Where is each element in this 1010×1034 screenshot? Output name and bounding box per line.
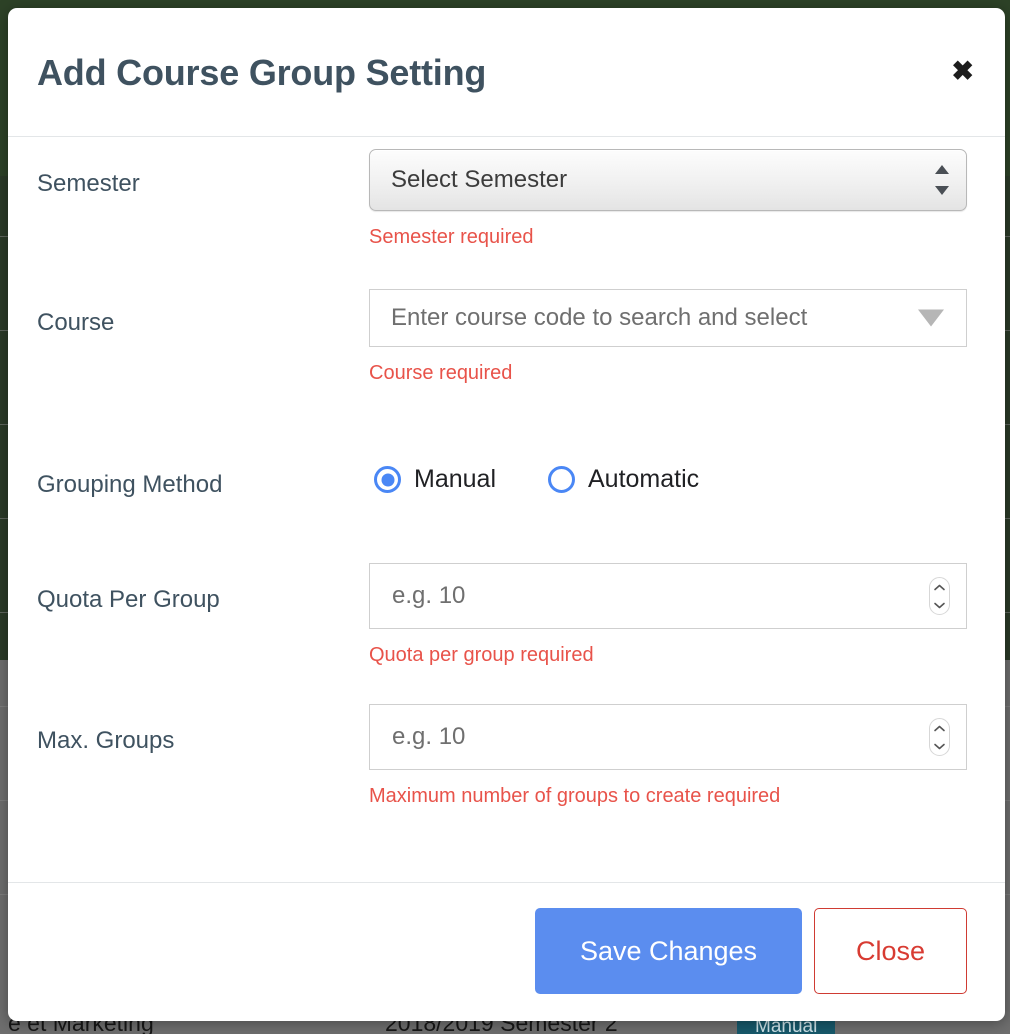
quota-input-placeholder: e.g. 10: [392, 582, 466, 609]
max-groups-control-wrap: e.g. 10: [369, 704, 967, 770]
radio-label-manual: Manual: [414, 465, 496, 493]
course-search-input[interactable]: Enter course code to search and select: [369, 289, 967, 347]
save-changes-button[interactable]: Save Changes: [535, 908, 802, 994]
semester-error: Semester required: [369, 226, 534, 248]
quota-stepper-icon[interactable]: [929, 577, 950, 615]
course-label: Course: [37, 309, 115, 336]
semester-label: Semester: [37, 170, 140, 197]
dialog-header: Add Course Group Setting ✖: [8, 8, 1005, 137]
max-groups-error: Maximum number of groups to create requi…: [369, 785, 781, 807]
close-button[interactable]: Close: [814, 908, 967, 994]
dialog-title: Add Course Group Setting: [37, 52, 487, 93]
quota-per-group-error: Quota per group required: [369, 644, 594, 666]
max-groups-label: Max. Groups: [37, 727, 175, 754]
dialog-footer: Save Changes Close: [8, 882, 1005, 1021]
close-x-icon[interactable]: ✖: [951, 58, 974, 85]
semester-select-value: Select Semester: [391, 166, 568, 193]
course-input-placeholder: Enter course code to search and select: [391, 304, 808, 331]
caret-down-icon[interactable]: [918, 309, 944, 327]
radio-unselected-icon[interactable]: [548, 466, 575, 493]
semester-control-wrap: Select Semester: [369, 149, 967, 211]
dialog-body: Semester Select Semester Semester requir…: [8, 137, 1005, 882]
semester-select[interactable]: Select Semester: [369, 149, 967, 211]
updown-triangle-icon: [935, 165, 949, 195]
radio-label-automatic: Automatic: [588, 465, 700, 493]
course-control-wrap: Enter course code to search and select: [369, 289, 967, 347]
max-groups-input-placeholder: e.g. 10: [392, 723, 466, 750]
radio-option-automatic[interactable]: Automatic: [548, 465, 699, 494]
add-course-group-setting-dialog: Add Course Group Setting ✖ Semester Sele…: [8, 8, 1005, 1021]
quota-per-group-input[interactable]: e.g. 10: [369, 563, 967, 629]
quota-control-wrap: e.g. 10: [369, 563, 967, 629]
max-groups-input[interactable]: e.g. 10: [369, 704, 967, 770]
grouping-method-radio-group: Manual Automatic: [374, 465, 699, 494]
radio-option-manual[interactable]: Manual: [374, 465, 496, 494]
course-error: Course required: [369, 362, 513, 384]
quota-per-group-label: Quota Per Group: [37, 586, 220, 613]
radio-selected-icon[interactable]: [374, 466, 401, 493]
max-groups-stepper-icon[interactable]: [929, 718, 950, 756]
grouping-method-label: Grouping Method: [37, 471, 223, 498]
